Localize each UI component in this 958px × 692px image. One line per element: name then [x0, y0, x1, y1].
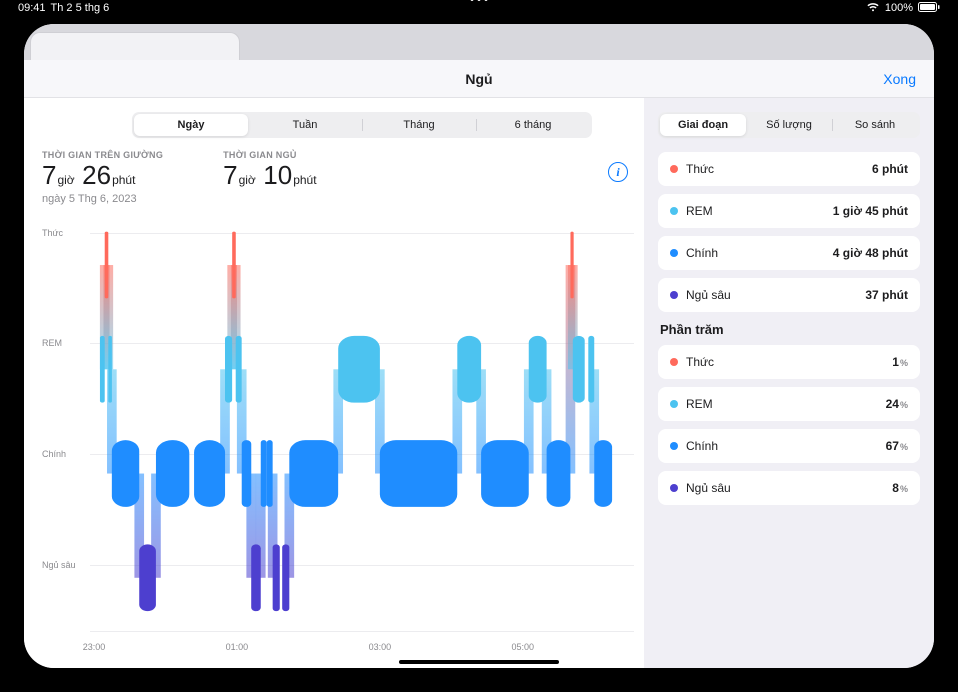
time-in-bed-block: THỜI GIAN TRÊN GIƯỜNG 7giờ 26phút ngày 5… [42, 150, 163, 205]
chart-y-label: Thức [42, 228, 63, 238]
stage-percent-row[interactable]: Thức 1% [658, 345, 920, 379]
home-indicator[interactable] [399, 660, 559, 664]
stage-duration-row[interactable]: Thức 6 phút [658, 152, 920, 186]
stage-label: Thức [686, 162, 714, 176]
chart-x-label: 03:00 [369, 642, 392, 652]
chart-y-label: Chính [42, 449, 66, 459]
tib-caption: THỜI GIAN TRÊN GIƯỜNG [42, 150, 163, 160]
period-6mo[interactable]: 6 tháng [476, 114, 590, 136]
stage-value: 4 giờ 48 phút [833, 246, 908, 260]
window-tab-strip [24, 24, 934, 60]
stage-percent: 8% [892, 481, 908, 495]
period-week[interactable]: Tuần [248, 114, 362, 136]
stage-value: 37 phút [865, 288, 908, 302]
stage-percent-list: Thức 1% REM 24% Chính 67% Ngủ sâu 8% [658, 345, 920, 505]
side-pane: Giai đoạn Số lượng So sánh Thức 6 phút R… [644, 98, 934, 668]
summary-row: THỜI GIAN TRÊN GIƯỜNG 7giờ 26phút ngày 5… [42, 150, 634, 205]
stage-label: Thức [686, 355, 714, 369]
stage-dot-icon [670, 249, 678, 257]
stage-dot-icon [670, 400, 678, 408]
stage-percent-row[interactable]: REM 24% [658, 387, 920, 421]
time-asleep-block: THỜI GIAN NGỦ 7giờ 10phút [223, 150, 319, 205]
status-bar: 09:41 Th 2 5 thg 6 100% [0, 0, 958, 19]
view-segmented[interactable]: Giai đoạn Số lượng So sánh [658, 112, 920, 138]
period-day[interactable]: Ngày [134, 114, 248, 136]
percent-heading: Phần trăm [660, 322, 920, 337]
stage-duration-row[interactable]: Chính 4 giờ 48 phút [658, 236, 920, 270]
view-stages[interactable]: Giai đoạn [660, 114, 746, 136]
stage-percent: 24% [886, 397, 908, 411]
stage-dot-icon [670, 484, 678, 492]
info-button[interactable]: i [608, 162, 628, 182]
stage-percent-row[interactable]: Chính 67% [658, 429, 920, 463]
status-time: 09:41 [18, 2, 46, 14]
status-date: Th 2 5 thg 6 [51, 2, 110, 14]
stage-label: REM [686, 397, 713, 411]
multitask-indicator[interactable] [471, 0, 488, 1]
stage-duration-row[interactable]: Ngủ sâu 37 phút [658, 278, 920, 312]
stage-dot-icon [670, 358, 678, 366]
stage-label: Ngủ sâu [686, 288, 731, 302]
wifi-icon [866, 2, 880, 15]
chart-x-label: 01:00 [226, 642, 249, 652]
sleep-chart[interactable]: Thức REM Chính Ngủ sâu 23:00 01:00 03:00 05:00 [42, 215, 634, 658]
tib-date: ngày 5 Thg 6, 2023 [42, 193, 163, 205]
page-title: Ngủ [465, 71, 492, 87]
stage-dot-icon [670, 291, 678, 299]
stage-label: Ngủ sâu [686, 481, 731, 495]
status-battery-percent: 100% [885, 2, 913, 14]
stage-dot-icon [670, 442, 678, 450]
chart-y-label: Ngủ sâu [42, 560, 76, 570]
stage-label: Chính [686, 246, 718, 260]
header-bar: Ngủ Xong [24, 60, 934, 98]
stage-value: 1 giờ 45 phút [833, 204, 908, 218]
stage-dot-icon [670, 165, 678, 173]
chart-y-label: REM [42, 338, 62, 348]
stage-label: REM [686, 204, 713, 218]
period-month[interactable]: Tháng [362, 114, 476, 136]
period-segmented[interactable]: Ngày Tuần Tháng 6 tháng [132, 112, 592, 138]
stage-value: 6 phút [872, 162, 908, 176]
main-pane: Ngày Tuần Tháng 6 tháng THỜI GIAN TRÊN G… [24, 98, 644, 668]
background-tab[interactable] [30, 32, 240, 60]
view-amounts[interactable]: Số lượng [746, 114, 832, 136]
stage-percent: 1% [892, 355, 908, 369]
stage-percent: 67% [886, 439, 908, 453]
stage-dot-icon [670, 207, 678, 215]
asleep-caption: THỜI GIAN NGỦ [223, 150, 319, 160]
stage-label: Chính [686, 439, 718, 453]
stage-percent-row[interactable]: Ngủ sâu 8% [658, 471, 920, 505]
done-button[interactable]: Xong [883, 71, 916, 87]
stage-duration-list: Thức 6 phút REM 1 giờ 45 phút Chính 4 gi… [658, 152, 920, 312]
chart-x-label: 23:00 [83, 642, 106, 652]
battery-icon [918, 2, 940, 15]
view-compare[interactable]: So sánh [832, 114, 918, 136]
chart-x-label: 05:00 [512, 642, 535, 652]
stage-duration-row[interactable]: REM 1 giờ 45 phút [658, 194, 920, 228]
